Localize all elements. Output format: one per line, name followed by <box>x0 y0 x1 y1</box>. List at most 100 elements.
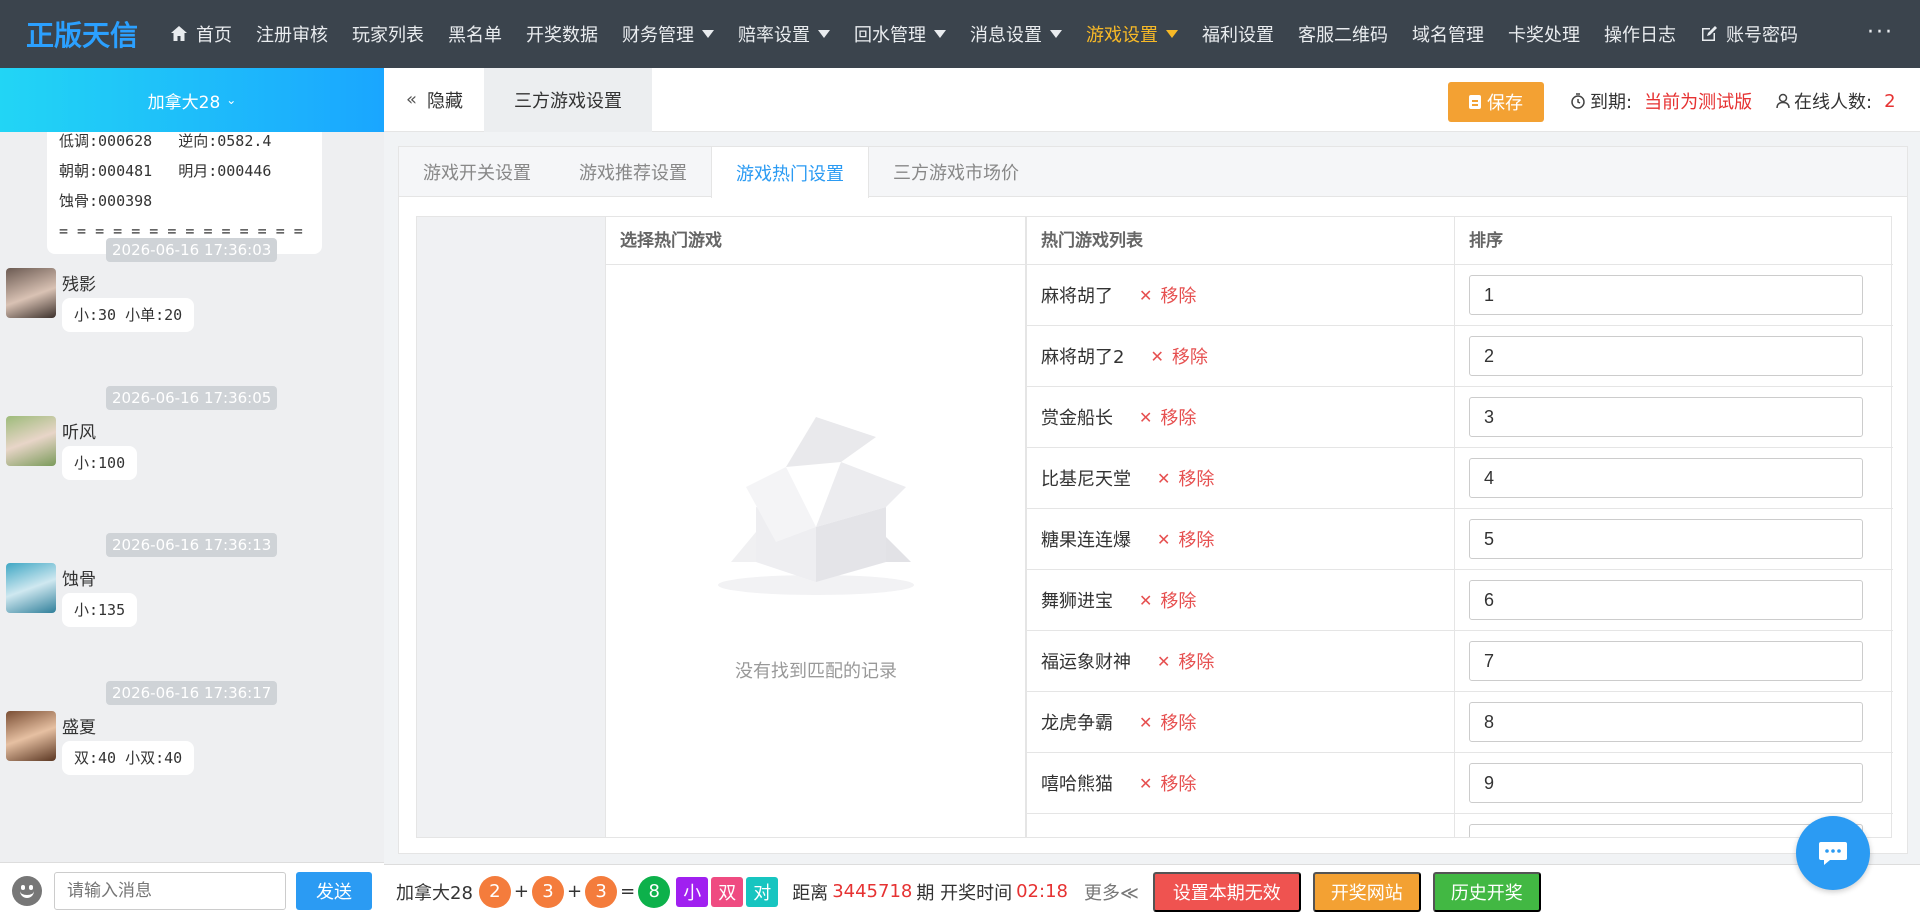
emoji-icon[interactable] <box>12 875 42 906</box>
nav-item[interactable]: 黑名单 <box>436 0 514 68</box>
nav-item-label: 注册审核 <box>256 25 328 46</box>
nav-item[interactable]: 回水管理 <box>842 0 958 68</box>
order-input[interactable] <box>1469 275 1863 315</box>
game-name: 糖果连连爆 <box>1041 530 1131 551</box>
avatar[interactable] <box>6 268 56 318</box>
close-icon: ✕ <box>1150 346 1164 366</box>
game-name: 嘻哈熊猫 <box>1041 774 1113 795</box>
brand-logo[interactable]: 正版天信 <box>0 14 158 54</box>
settings-tab[interactable]: 游戏推荐设置 <box>555 147 711 197</box>
save-button[interactable]: 保存 <box>1448 82 1544 122</box>
game-cell: 龙虎争霸 ✕ 移除 <box>1027 692 1455 752</box>
close-icon: ✕ <box>1139 285 1153 305</box>
order-input[interactable] <box>1469 702 1863 742</box>
equals-sign: = <box>620 881 636 902</box>
settings-tab[interactable]: 游戏热门设置 <box>711 147 869 198</box>
game-cell: 赏金船长 ✕ 移除 <box>1027 387 1455 447</box>
nav-item-label: 游戏设置 <box>1086 25 1158 46</box>
chat-fab-button[interactable] <box>1796 816 1870 890</box>
nav-item[interactable]: 玩家列表 <box>340 0 436 68</box>
nav-item[interactable]: 注册审核 <box>244 0 340 68</box>
order-input[interactable] <box>1469 458 1863 498</box>
nav-item-label: 卡奖处理 <box>1508 25 1580 46</box>
order-input[interactable] <box>1469 336 1863 376</box>
message-timestamp: 2026-06-16 17:36:17 <box>106 681 278 705</box>
nav-item[interactable]: 域名管理 <box>1400 0 1496 68</box>
nav-item-label: 域名管理 <box>1412 25 1484 46</box>
chat-messages[interactable]: 低调:000628 逆向:0582.4 朝朝:000481 明月:000446 蚀骨… <box>0 132 384 844</box>
nav-item[interactable]: 赔率设置 <box>726 0 842 68</box>
result-sum: 8 <box>638 875 671 908</box>
tab-third-party-games[interactable]: 三方游戏设置 <box>484 67 652 132</box>
nav-item[interactable]: 账号密码 <box>1688 0 1810 68</box>
close-icon: ✕ <box>1139 407 1153 427</box>
nav-item-label: 操作日志 <box>1604 25 1676 46</box>
remove-label: 移除 <box>1160 286 1197 307</box>
hide-label: 隐藏 <box>427 90 464 112</box>
table-row: 舞狮进宝 ✕ 移除 <box>1027 570 1893 631</box>
history-button[interactable]: 历史开奖 <box>1432 871 1541 912</box>
main-nav: 首页 注册审核 玩家列表 黑名单 开奖数据 财务管理 赔率设置 回水管理 消息设置 游戏设置 福利设… <box>158 0 1810 68</box>
game-cell: 麻将胡了 ✕ 移除 <box>1027 265 1455 325</box>
message-username: 蚀骨 <box>62 570 96 590</box>
nav-item[interactable]: 客服二维码 <box>1286 0 1400 68</box>
send-button[interactable]: 发送 <box>296 871 372 910</box>
remove-button[interactable]: ✕ 移除 <box>1139 587 1196 613</box>
table-row: 糖果连连爆 ✕ 移除 <box>1027 509 1893 570</box>
nav-item[interactable]: 游戏设置 <box>1074 0 1190 68</box>
order-input[interactable] <box>1469 519 1863 559</box>
remove-button[interactable]: ✕ 移除 <box>1150 343 1207 369</box>
game-name: 麻将胡了2 <box>1041 347 1125 368</box>
nav-item-label: 财务管理 <box>622 25 694 46</box>
stat-text: 朝朝:000481 <box>59 162 153 180</box>
avatar[interactable] <box>6 563 56 613</box>
result-ball: 3 <box>532 875 564 908</box>
save-icon <box>1469 95 1481 109</box>
nav-item[interactable]: 首页 <box>158 0 244 68</box>
remove-button[interactable]: ✕ 移除 <box>1157 465 1214 491</box>
remove-label: 移除 <box>1160 408 1197 429</box>
caret-down-icon <box>1166 30 1178 38</box>
nav-item[interactable]: 卡奖处理 <box>1496 0 1592 68</box>
order-input[interactable] <box>1469 763 1863 803</box>
table-row <box>1027 814 1893 837</box>
caret-down-icon <box>1050 30 1062 38</box>
more-toggle[interactable]: 更多≪ <box>1084 879 1139 905</box>
settings-tab[interactable]: 三方游戏市场价 <box>869 147 1043 197</box>
remove-button[interactable]: ✕ 移除 <box>1139 770 1196 796</box>
nav-item-label: 首页 <box>196 25 232 46</box>
nav-item[interactable]: 财务管理 <box>610 0 726 68</box>
nav-item[interactable]: 开奖数据 <box>514 0 610 68</box>
close-icon: ✕ <box>1157 529 1171 549</box>
nav-item[interactable]: 福利设置 <box>1190 0 1286 68</box>
order-input[interactable] <box>1469 397 1863 437</box>
remove-button[interactable]: ✕ 移除 <box>1139 709 1196 735</box>
avatar[interactable] <box>6 416 56 466</box>
message-input[interactable] <box>54 871 286 910</box>
hide-sidebar-button[interactable]: « 隐藏 <box>384 68 484 132</box>
remove-button[interactable]: ✕ 移除 <box>1157 648 1214 674</box>
settings-tab[interactable]: 游戏开关设置 <box>399 147 555 197</box>
order-input[interactable] <box>1469 641 1863 681</box>
table-row: 福运象财神 ✕ 移除 <box>1027 631 1893 692</box>
order-cell <box>1455 326 1893 386</box>
message-username: 听风 <box>62 423 96 443</box>
invalidate-issue-button[interactable]: 设置本期无效 <box>1152 871 1301 912</box>
result-tag-pair: 对 <box>746 876 779 907</box>
message-bubble: 小:100 <box>62 446 138 480</box>
nav-item[interactable]: 操作日志 <box>1592 0 1688 68</box>
order-input[interactable] <box>1469 580 1863 620</box>
more-menu-icon[interactable]: ··· <box>1867 20 1894 45</box>
table-row: 赏金船长 ✕ 移除 <box>1027 387 1893 448</box>
nav-item[interactable]: 消息设置 <box>958 0 1074 68</box>
room-selector[interactable]: 加拿大28 ⌄ <box>0 68 384 132</box>
lottery-site-button[interactable]: 开奖网站 <box>1312 871 1421 912</box>
plus-sign: + <box>567 881 583 902</box>
remove-button[interactable]: ✕ 移除 <box>1139 282 1196 308</box>
remove-button[interactable]: ✕ 移除 <box>1139 404 1196 430</box>
remove-button[interactable]: ✕ 移除 <box>1157 526 1214 552</box>
game-name: 赏金船长 <box>1041 408 1113 429</box>
game-name: 舞狮进宝 <box>1041 591 1113 612</box>
avatar[interactable] <box>6 711 56 761</box>
result-ball: 3 <box>585 875 618 908</box>
